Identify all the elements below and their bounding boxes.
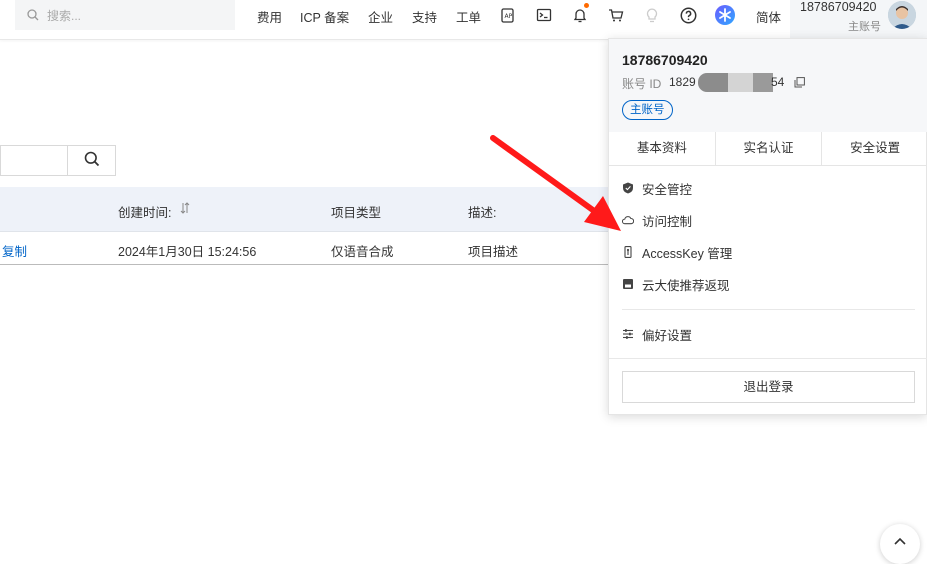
account-id-prefix: 1829	[669, 75, 696, 89]
ai-assistant-icon[interactable]	[714, 4, 736, 26]
menu-divider	[622, 309, 915, 310]
cart-icon[interactable]	[607, 6, 625, 24]
table-search-button[interactable]	[67, 145, 116, 176]
tab-real-name[interactable]: 实名认证	[716, 132, 823, 165]
cell-created-time: 2024年1月30日 15:24:56	[118, 245, 257, 259]
search-input[interactable]: 搜索...	[15, 0, 235, 30]
bell-icon[interactable]	[571, 6, 589, 24]
svg-text:AP: AP	[505, 13, 513, 20]
cell-project-type: 仅语音合成	[331, 245, 394, 259]
notification-dot	[584, 3, 589, 8]
back-to-top-button[interactable]	[880, 524, 920, 564]
menu-accesskey-management[interactable]: AccessKey 管理	[622, 242, 732, 262]
cloud-icon	[622, 214, 634, 226]
nav-enterprise[interactable]: 企业	[368, 7, 393, 26]
table-row: 复制 2024年1月30日 15:24:56 仅语音合成 项目描述	[0, 232, 620, 265]
chevron-up-icon	[893, 534, 907, 549]
account-tabs: 基本资料 实名认证 安全设置	[609, 132, 927, 166]
dropdown-header: 18786709420 账号 ID 1829 54 主账号	[609, 39, 927, 132]
search-placeholder: 搜索...	[47, 8, 82, 23]
language-switch[interactable]: 简体	[756, 7, 781, 26]
tab-security-settings[interactable]: 安全设置	[822, 132, 927, 165]
nav-ticket[interactable]: 工单	[456, 7, 481, 26]
column-created-time: 创建时间:	[118, 206, 172, 220]
copy-icon[interactable]	[794, 76, 805, 91]
column-description: 描述:	[468, 206, 497, 220]
account-id-label: 账号 ID	[622, 77, 662, 91]
search-icon	[84, 151, 100, 170]
user-dropdown: 18786709420 账号 ID 1829 54 主账号 基本资料 实名认证 …	[608, 38, 927, 415]
search-icon	[27, 9, 39, 21]
sort-icon[interactable]	[180, 202, 190, 217]
gift-icon	[622, 278, 634, 290]
menu-label: 偏好设置	[642, 328, 693, 343]
menu-security-control[interactable]: 安全管控	[622, 178, 692, 198]
cell-description: 项目描述	[468, 245, 519, 259]
lightbulb-icon[interactable]	[643, 6, 661, 24]
logout-button[interactable]: 退出登录	[622, 371, 915, 403]
menu-label: 安全管控	[642, 182, 693, 197]
menu-label: 云大使推荐返现	[642, 278, 730, 293]
shield-icon	[622, 182, 634, 194]
user-menu-trigger[interactable]: 18786709420 主账号	[790, 0, 927, 40]
column-project-type: 项目类型	[331, 206, 382, 220]
menu-referral-cashback[interactable]: 云大使推荐返现	[622, 274, 730, 294]
user-role: 主账号	[848, 21, 881, 33]
terminal-icon[interactable]	[535, 6, 553, 24]
menu-preferences[interactable]: 偏好设置	[622, 324, 692, 344]
key-icon	[622, 246, 634, 258]
tab-basic-info[interactable]: 基本资料	[609, 132, 716, 165]
nav-billing[interactable]: 费用	[257, 7, 282, 26]
nav-icp[interactable]: ICP 备案	[300, 7, 349, 26]
menu-label: 访问控制	[642, 214, 693, 229]
redaction-mask	[698, 73, 728, 92]
api-icon[interactable]: AP	[499, 6, 517, 24]
copy-link[interactable]: 复制	[2, 241, 27, 260]
help-icon[interactable]	[679, 6, 697, 24]
nav-support[interactable]: 支持	[412, 7, 437, 26]
avatar	[888, 1, 916, 29]
redaction-mask	[728, 73, 753, 92]
sliders-icon	[622, 328, 634, 340]
account-id-suffix: 54	[771, 75, 785, 89]
table-search-input[interactable]	[0, 145, 67, 176]
menu-label: AccessKey 管理	[642, 246, 733, 261]
menu-access-control[interactable]: 访问控制	[622, 210, 692, 230]
top-bar: 搜索... 费用 ICP 备案 企业 支持 工单 AP 简体 187867094…	[0, 0, 927, 40]
user-name: 18786709420	[800, 0, 877, 14]
table-header: 创建时间: 项目类型 描述:	[0, 187, 620, 232]
redaction-mask	[753, 73, 773, 92]
menu-divider	[609, 358, 927, 359]
dropdown-user-name: 18786709420	[622, 52, 708, 68]
main-account-badge: 主账号	[622, 100, 673, 120]
